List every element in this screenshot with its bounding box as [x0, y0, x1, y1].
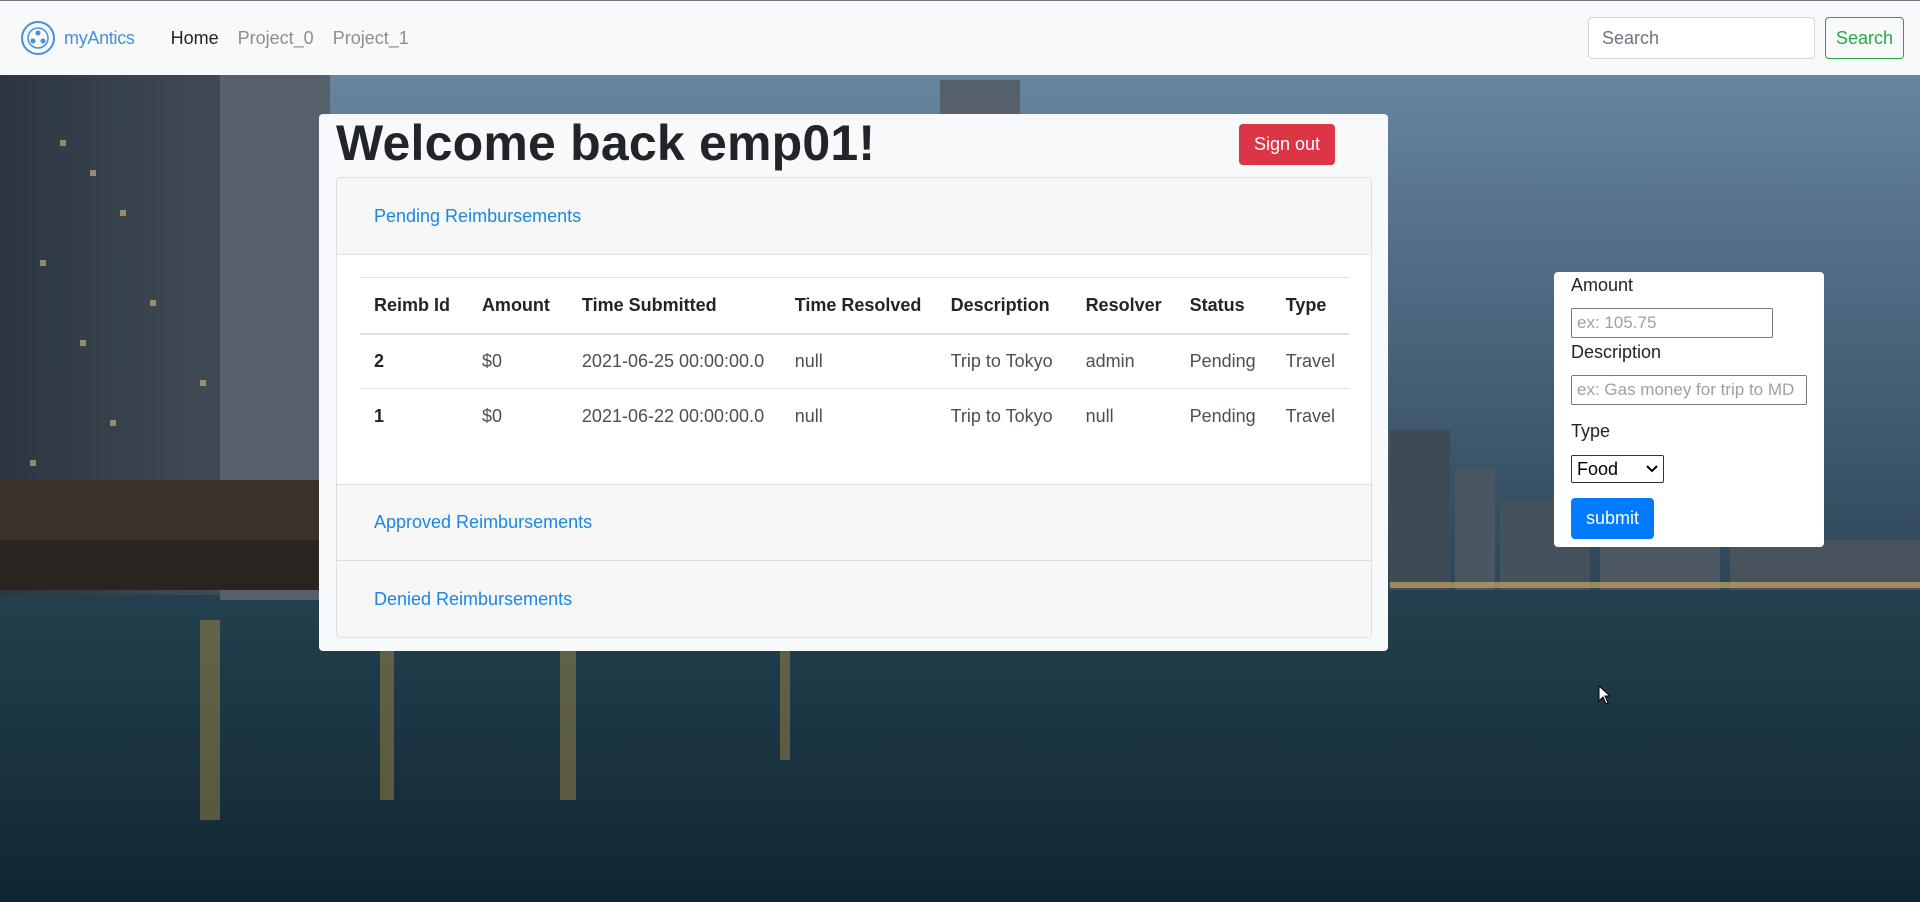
amount-field[interactable]	[1571, 308, 1773, 338]
search-button[interactable]: Search	[1824, 17, 1904, 59]
col-status: Status	[1189, 294, 1245, 315]
new-reimbursement-form: Amount Description Type Food submit	[1554, 272, 1824, 547]
brand-name: myAntics	[64, 27, 135, 48]
type-label: Type	[1571, 421, 1611, 441]
cell-time-resolved: null	[794, 405, 823, 426]
cell-time-resolved: null	[794, 350, 823, 371]
table-row: 1 $0 2021-06-22 00:00:00.0 null Trip to …	[360, 389, 1349, 444]
cell-description: Trip to Tokyo	[950, 405, 1053, 426]
type-select[interactable]: Food	[1571, 455, 1664, 483]
col-resolver: Resolver	[1085, 294, 1162, 315]
pending-reimbursements-table: Reimb Id Amount Time Submitted Time Reso…	[360, 277, 1349, 444]
col-time-submitted: Time Submitted	[581, 294, 717, 315]
pending-section-body: Reimb Id Amount Time Submitted Time Reso…	[337, 255, 1371, 485]
brand-logo-icon	[21, 21, 55, 55]
submit-button[interactable]: submit	[1571, 498, 1654, 539]
table-header-row: Reimb Id Amount Time Submitted Time Reso…	[360, 277, 1349, 334]
col-type: Type	[1285, 294, 1327, 315]
cell-reimb-id: 1	[374, 405, 385, 426]
description-label: Description	[1571, 342, 1662, 362]
cell-amount: $0	[481, 405, 502, 426]
mouse-cursor-icon	[1598, 685, 1612, 705]
page-title: Welcome back emp01!	[336, 115, 876, 171]
table-row: 2 $0 2021-06-25 00:00:00.0 null Trip to …	[360, 334, 1349, 389]
cell-type: Travel	[1285, 350, 1335, 371]
sign-out-button[interactable]: Sign out	[1239, 124, 1335, 165]
denied-section-header[interactable]: Denied Reimbursements	[337, 561, 1371, 637]
chevron-down-icon	[1646, 465, 1658, 473]
nav-link-home[interactable]: Home	[171, 28, 219, 49]
col-reimb-id: Reimb Id	[374, 294, 451, 315]
cell-type: Travel	[1285, 405, 1335, 426]
nav-link-project-1[interactable]: Project_1	[333, 28, 409, 49]
col-time-resolved: Time Resolved	[794, 294, 922, 315]
cell-time-submitted: 2021-06-25 00:00:00.0	[581, 350, 765, 371]
brand[interactable]: myAntics	[20, 20, 135, 56]
cell-description: Trip to Tokyo	[950, 350, 1053, 371]
nav-links: Home Project_0 Project_1	[171, 28, 409, 49]
col-description: Description	[950, 294, 1050, 315]
description-field[interactable]	[1571, 375, 1807, 405]
cell-resolver: null	[1085, 405, 1114, 426]
cell-amount: $0	[481, 350, 502, 371]
cell-resolver: admin	[1085, 350, 1135, 371]
pending-section-header[interactable]: Pending Reimbursements	[337, 178, 1371, 255]
approved-section-link[interactable]: Approved Reimbursements	[374, 512, 592, 533]
type-select-value: Food	[1577, 458, 1619, 479]
nav-link-project-0[interactable]: Project_0	[238, 28, 314, 49]
approved-section-header[interactable]: Approved Reimbursements	[337, 485, 1371, 561]
cell-time-submitted: 2021-06-22 00:00:00.0	[581, 405, 765, 426]
cell-status: Pending	[1189, 405, 1256, 426]
cell-reimb-id: 2	[374, 350, 385, 371]
denied-section-link[interactable]: Denied Reimbursements	[374, 589, 572, 610]
pending-section-link[interactable]: Pending Reimbursements	[374, 206, 581, 227]
amount-label: Amount	[1571, 275, 1634, 295]
top-navbar: myAntics Home Project_0 Project_1 Search	[0, 0, 1920, 75]
reimbursements-accordion: Pending Reimbursements Reimb Id Amount T…	[336, 177, 1372, 638]
col-amount: Amount	[481, 294, 550, 315]
search-input[interactable]	[1587, 17, 1815, 59]
cell-status: Pending	[1189, 350, 1256, 371]
dashboard-card: Welcome back emp01! Sign out Pending Rei…	[319, 114, 1388, 651]
